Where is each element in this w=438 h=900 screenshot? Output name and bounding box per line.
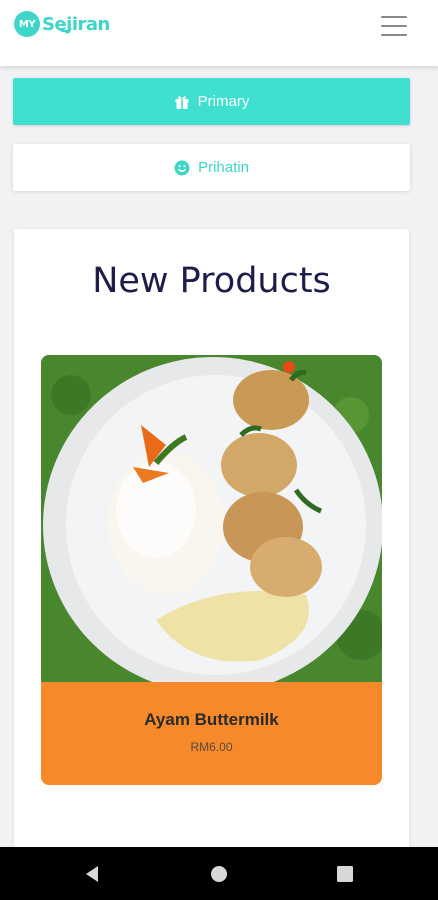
section-title: New Products [92,261,331,301]
prihatin-button[interactable]: Prihatin [13,144,410,191]
recent-apps-square-icon[interactable] [335,864,355,884]
product-image [41,355,382,683]
app-logo[interactable]: MY Sejiran [14,10,110,38]
system-nav-bar [0,847,438,900]
hamburger-menu-icon[interactable] [380,14,408,38]
new-products-card: New Products Ayam Buttermilk RM6.00 [14,229,409,869]
smile-icon [174,160,190,176]
logo-wordmark: Sejiran [42,13,110,35]
primary-button-label: Primary [197,93,250,110]
app-header: MY Sejiran [0,0,438,66]
hamburger-line [381,34,407,36]
product-price: RM6.00 [190,740,233,754]
prihatin-button-label: Prihatin [198,159,249,176]
gift-icon [174,94,190,110]
primary-button[interactable]: Primary [13,78,410,125]
logo-badge: MY [14,11,40,37]
product-info: Ayam Buttermilk RM6.00 [41,682,382,785]
hamburger-line [381,16,407,18]
hamburger-line [381,25,407,27]
product-card[interactable]: Ayam Buttermilk RM6.00 [41,355,382,785]
product-name: Ayam Buttermilk [144,710,279,729]
back-triangle-icon[interactable] [82,864,102,884]
home-circle-icon[interactable] [209,864,229,884]
